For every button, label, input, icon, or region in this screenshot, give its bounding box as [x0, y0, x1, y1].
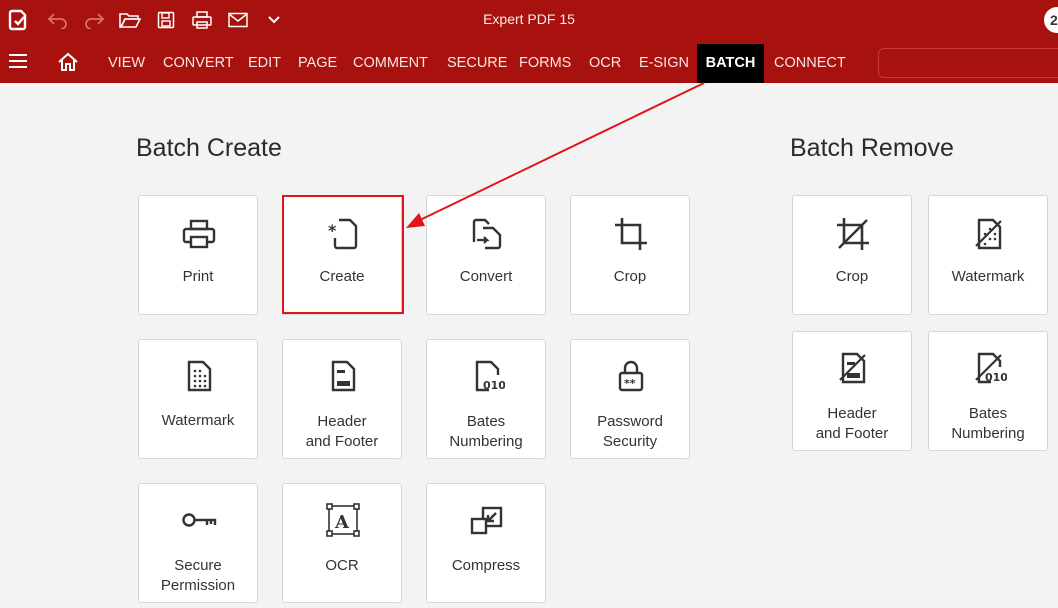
batch-password-security-button[interactable]: ** Password Security	[570, 339, 690, 459]
batch-ocr-button[interactable]: A OCR	[282, 483, 402, 603]
bates-numbering-icon: 010	[469, 358, 505, 394]
card-label: Watermark	[951, 268, 1025, 285]
remove-watermark-button[interactable]: Watermark	[928, 195, 1048, 315]
card-label: Header and Footer	[305, 413, 379, 450]
card-label: Print	[182, 268, 214, 285]
tab-page[interactable]: PAGE	[292, 44, 343, 83]
ocr-icon: A	[325, 502, 361, 538]
tab-e-sign[interactable]: E-SIGN	[633, 44, 695, 83]
batch-print-button[interactable]: Print	[138, 195, 258, 315]
printer-icon	[181, 216, 217, 252]
tab-edit[interactable]: EDIT	[242, 44, 287, 83]
home-icon[interactable]	[57, 51, 79, 73]
tab-view[interactable]: VIEW	[102, 44, 151, 83]
batch-bates-numbering-button[interactable]: 010 Bates Numbering	[426, 339, 546, 459]
remove-header-footer-icon	[835, 350, 871, 386]
compress-icon	[469, 502, 505, 538]
tab-convert[interactable]: CONVERT	[157, 44, 240, 83]
card-label: Crop	[835, 268, 869, 285]
card-label: Secure Permission	[160, 557, 236, 594]
window-title: Expert PDF 15	[483, 11, 575, 27]
hamburger-menu-icon[interactable]	[8, 53, 28, 69]
header-footer-icon	[325, 358, 361, 394]
batch-secure-permission-button[interactable]: Secure Permission	[138, 483, 258, 603]
card-label: Convert	[459, 268, 513, 285]
ribbon-menu: VIEW CONVERT EDIT PAGE COMMENT SECURE FO…	[0, 40, 1058, 83]
remove-header-footer-button[interactable]: Header and Footer	[792, 331, 912, 451]
tab-comment[interactable]: COMMENT	[347, 44, 434, 83]
tab-secure[interactable]: SECURE	[441, 44, 513, 83]
tab-ocr[interactable]: OCR	[583, 44, 627, 83]
svg-text:**: **	[624, 377, 636, 390]
batch-compress-button[interactable]: Compress	[426, 483, 546, 603]
tab-forms[interactable]: FORMS	[513, 44, 577, 83]
avatar[interactable]: 2	[1044, 7, 1058, 33]
remove-bates-numbering-button[interactable]: 010 Bates Numbering	[928, 331, 1048, 451]
card-label: Header and Footer	[815, 405, 889, 442]
title-bar: Expert PDF 15 2	[0, 0, 1058, 40]
card-label: Crop	[613, 268, 647, 285]
svg-text:010: 010	[985, 371, 1007, 384]
card-label: Bates Numbering	[951, 405, 1025, 442]
highlight-box	[282, 195, 404, 314]
tab-connect[interactable]: CONNECT	[768, 44, 852, 83]
card-label: OCR	[325, 557, 359, 574]
remove-crop-icon	[835, 216, 871, 252]
card-label: Watermark	[161, 412, 235, 429]
svg-text:A: A	[334, 512, 350, 533]
search-input[interactable]	[878, 48, 1058, 78]
svg-text:010: 010	[483, 379, 505, 392]
crop-icon	[613, 216, 649, 252]
batch-header-footer-button[interactable]: Header and Footer	[282, 339, 402, 459]
convert-icon	[469, 216, 505, 252]
card-label: Password Security	[597, 413, 663, 450]
card-label: Bates Numbering	[449, 413, 523, 450]
card-label: Compress	[451, 557, 521, 574]
tab-batch[interactable]: BATCH	[697, 44, 764, 83]
remove-crop-button[interactable]: Crop	[792, 195, 912, 315]
key-icon	[181, 502, 217, 538]
batch-remove-title: Batch Remove	[790, 134, 954, 162]
watermark-icon	[181, 358, 217, 394]
remove-watermark-icon	[971, 216, 1007, 252]
lock-icon: **	[613, 358, 649, 394]
batch-create-title: Batch Create	[136, 134, 282, 162]
batch-convert-button[interactable]: Convert	[426, 195, 546, 315]
batch-watermark-button[interactable]: Watermark	[138, 339, 258, 459]
batch-crop-button[interactable]: Crop	[570, 195, 690, 315]
remove-bates-icon: 010	[971, 350, 1007, 386]
